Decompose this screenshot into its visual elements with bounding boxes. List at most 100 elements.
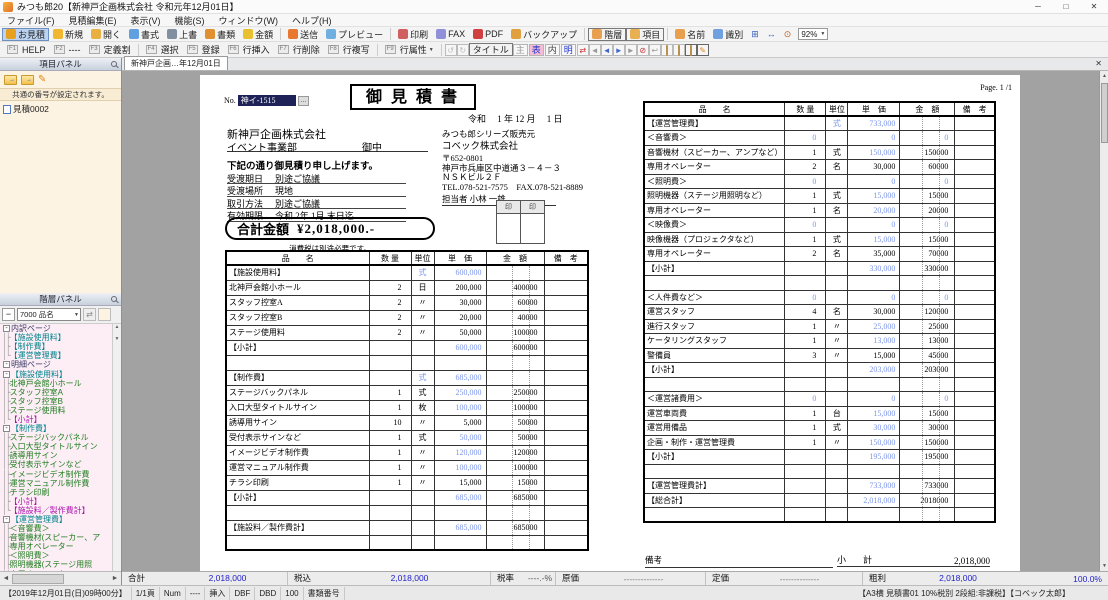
- amount-cell[interactable]: 150000: [900, 435, 955, 450]
- scroll-down-icon[interactable]: ▼: [1100, 561, 1108, 571]
- unit-cell[interactable]: 日: [411, 280, 434, 295]
- memo-cell[interactable]: [955, 508, 995, 523]
- item-name-cell[interactable]: 運営スタッフ: [644, 305, 785, 320]
- unit-price-cell[interactable]: 100,000: [434, 400, 486, 415]
- unit-price-cell[interactable]: [848, 276, 900, 291]
- backup-button[interactable]: バックアップ: [507, 28, 581, 41]
- memo-cell[interactable]: [544, 385, 588, 400]
- amount-cell[interactable]: [486, 535, 544, 550]
- magnifier-icon[interactable]: [111, 61, 117, 67]
- memo-cell[interactable]: [544, 430, 588, 445]
- memo-cell[interactable]: [544, 460, 588, 475]
- unit-cell[interactable]: 〃: [411, 460, 434, 475]
- unit-price-cell[interactable]: 250,000: [434, 385, 486, 400]
- unit-price-cell[interactable]: 150,000: [848, 435, 900, 450]
- tree-horizontal-scrollbar[interactable]: ◄ ►: [0, 571, 121, 585]
- row-attr-button[interactable]: F9行属性▼: [381, 43, 438, 56]
- amount-cell[interactable]: 203000: [900, 363, 955, 378]
- unit-cell[interactable]: 〃: [411, 475, 434, 490]
- unit-price-cell[interactable]: [434, 505, 486, 520]
- unit-cell[interactable]: 〃: [826, 334, 848, 349]
- list-item[interactable]: 見積0002: [0, 101, 121, 115]
- amount-cell[interactable]: 20000: [900, 203, 955, 218]
- scroll-right-icon[interactable]: ►: [109, 575, 121, 582]
- unit-price-cell[interactable]: 0: [848, 174, 900, 189]
- quantity-cell[interactable]: [785, 276, 826, 291]
- item-name-cell[interactable]: 音響機材（スピーカー、アンプなど）: [644, 145, 785, 160]
- collapse-box-icon[interactable]: -: [3, 371, 10, 378]
- item-name-cell[interactable]: スタッフ控室B: [226, 310, 369, 325]
- unit-cell[interactable]: [826, 363, 848, 378]
- amount-cell[interactable]: 100000: [486, 400, 544, 415]
- scroll-up-icon[interactable]: ▲: [1100, 71, 1108, 81]
- unit-price-cell[interactable]: [434, 355, 486, 370]
- memo-cell[interactable]: [955, 348, 995, 363]
- item-name-cell[interactable]: [226, 505, 369, 520]
- unit-cell[interactable]: [826, 174, 848, 189]
- toggle-cover[interactable]: 表: [529, 44, 544, 56]
- unit-cell[interactable]: [411, 535, 434, 550]
- memo-cell[interactable]: [544, 340, 588, 355]
- collapse-box-icon[interactable]: -: [3, 361, 10, 368]
- amount-cell[interactable]: 30000: [900, 421, 955, 436]
- quantity-cell[interactable]: [369, 355, 411, 370]
- customer-department-row[interactable]: イベント事業部 御中: [227, 139, 428, 152]
- unit-cell[interactable]: [411, 340, 434, 355]
- unit-price-cell[interactable]: 100,000: [434, 460, 486, 475]
- quantity-cell[interactable]: 0: [785, 290, 826, 305]
- menu-item[interactable]: 表示(V): [124, 14, 168, 27]
- unit-price-cell[interactable]: 50,000: [434, 325, 486, 340]
- quantity-cell[interactable]: 2: [785, 247, 826, 262]
- quantity-cell[interactable]: [785, 450, 826, 465]
- new-button[interactable]: 新規: [49, 28, 87, 41]
- quantity-cell[interactable]: 1: [369, 460, 411, 475]
- unit-cell[interactable]: 式: [826, 116, 848, 131]
- memo-cell[interactable]: [544, 505, 588, 520]
- unit-price-cell[interactable]: 200,000: [434, 280, 486, 295]
- menu-item[interactable]: ウィンドウ(W): [212, 14, 286, 27]
- unit-price-cell[interactable]: [848, 464, 900, 479]
- quantity-cell[interactable]: 1: [785, 435, 826, 450]
- item-name-cell[interactable]: 運営車両費: [644, 406, 785, 421]
- close-button[interactable]: ✕: [1080, 0, 1108, 14]
- save-button[interactable]: 上書: [163, 28, 201, 41]
- item-name-cell[interactable]: 警備員: [644, 348, 785, 363]
- unit-cell[interactable]: 〃: [411, 310, 434, 325]
- memo-cell[interactable]: [544, 475, 588, 490]
- unit-cell[interactable]: 〃: [411, 415, 434, 430]
- unit-price-cell[interactable]: 685,000: [434, 370, 486, 385]
- quantity-cell[interactable]: 1: [785, 145, 826, 160]
- memo-cell[interactable]: [955, 174, 995, 189]
- register-button[interactable]: F5登録: [183, 43, 224, 56]
- item-name-cell[interactable]: 企画・制作・運営管理費: [644, 435, 785, 450]
- amount-cell[interactable]: 100000: [486, 460, 544, 475]
- f2-button[interactable]: F2----: [50, 43, 85, 56]
- unit-price-cell[interactable]: 685,000: [434, 520, 486, 535]
- memo-cell[interactable]: [955, 421, 995, 436]
- amount-cell[interactable]: 0: [900, 290, 955, 305]
- amount-cell[interactable]: [900, 116, 955, 131]
- memo-cell[interactable]: [544, 280, 588, 295]
- amount-cell[interactable]: 2018000: [900, 493, 955, 508]
- unit-price-cell[interactable]: 733,000: [848, 479, 900, 494]
- quantity-cell[interactable]: [369, 505, 411, 520]
- amount-cell[interactable]: 100000: [486, 325, 544, 340]
- memo-cell[interactable]: [544, 535, 588, 550]
- unit-cell[interactable]: [411, 490, 434, 505]
- memo-cell[interactable]: [955, 406, 995, 421]
- unit-price-cell[interactable]: 600,000: [434, 340, 486, 355]
- quantity-cell[interactable]: 1: [785, 189, 826, 204]
- item-name-cell[interactable]: 誘導用サイン: [226, 415, 369, 430]
- amount-button[interactable]: 金額: [239, 28, 277, 41]
- quantity-cell[interactable]: [785, 261, 826, 276]
- memo-cell[interactable]: [955, 435, 995, 450]
- unit-cell[interactable]: [826, 131, 848, 146]
- unit-cell[interactable]: 名: [826, 247, 848, 262]
- zoom-button[interactable]: ⊙: [780, 28, 796, 41]
- unit-price-cell[interactable]: 0: [848, 392, 900, 407]
- item-name-cell[interactable]: [644, 508, 785, 523]
- remarks-label[interactable]: 備考: [645, 554, 833, 568]
- amount-cell[interactable]: [900, 276, 955, 291]
- pdf-button[interactable]: PDF: [469, 28, 507, 41]
- unit-price-cell[interactable]: 203,000: [848, 363, 900, 378]
